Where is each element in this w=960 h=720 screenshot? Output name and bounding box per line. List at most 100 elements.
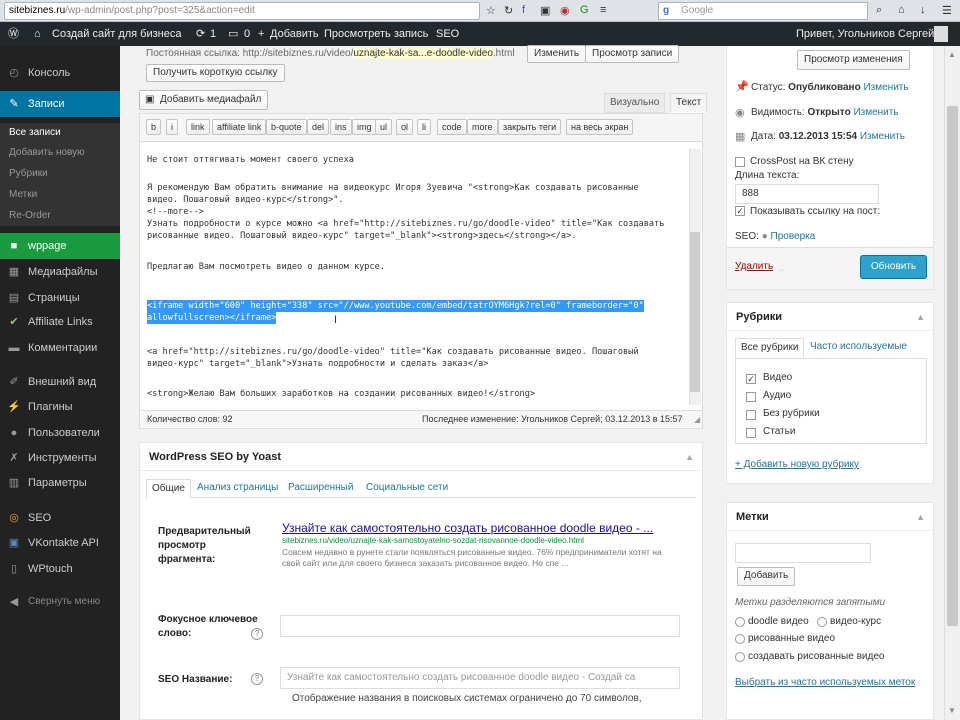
scroll-down-icon[interactable]: ▼	[948, 706, 956, 715]
help-icon[interactable]: ?	[251, 673, 263, 685]
add-new-link[interactable]: Добавить	[270, 22, 319, 46]
text-length-input[interactable]: 888	[735, 184, 879, 204]
menu-extension-icon[interactable]: ≡	[600, 4, 606, 16]
update-button[interactable]: Обновить	[860, 255, 927, 279]
change-permalink-button[interactable]: Изменить	[527, 45, 587, 63]
qt-b[interactable]: b	[146, 119, 162, 135]
updates-count[interactable]: 1	[210, 22, 216, 46]
add-tag-button[interactable]: Добавить	[737, 567, 796, 586]
menu-wppage[interactable]: ■ wppage	[0, 233, 120, 259]
menu-icon[interactable]: ☰	[942, 4, 952, 17]
menu-seo[interactable]: ◎ SEO	[0, 505, 120, 531]
menu-affiliate-links[interactable]: ✔ Affiliate Links	[0, 309, 120, 335]
qt-ol[interactable]: ol	[396, 119, 414, 135]
qt-link[interactable]: link	[186, 119, 210, 135]
reload-icon[interactable]: ↻	[504, 4, 513, 17]
toggle-icon[interactable]: ▲	[916, 503, 925, 531]
view-post-link[interactable]: Просмотреть запись	[324, 22, 428, 46]
content-textarea[interactable]: Не стоит оттягивать момент своего успеха…	[139, 141, 703, 411]
site-name-link[interactable]: Создай сайт для бизнеса	[52, 22, 181, 46]
search-icon[interactable]: ⌕	[876, 4, 882, 17]
focus-keyword-input[interactable]	[280, 615, 680, 637]
downloads-icon[interactable]: ↓	[920, 4, 926, 16]
tags-input[interactable]	[735, 543, 871, 563]
search-bar[interactable]: g Google	[658, 2, 868, 20]
tag-remove-icon[interactable]	[735, 617, 745, 627]
seo-tab-general[interactable]: Общие	[146, 479, 191, 499]
qt-ins[interactable]: ins	[330, 119, 352, 135]
scroll-up-icon[interactable]: ▲	[948, 50, 956, 59]
seo-metabox-header[interactable]: WordPress SEO by Yoast ▲	[140, 443, 702, 471]
menu-comments[interactable]: ▬ Комментарии	[0, 335, 120, 361]
toggle-icon[interactable]: ▲	[685, 443, 694, 471]
menu-settings[interactable]: ▥ Параметры	[0, 470, 120, 496]
seo-link[interactable]: SEO	[436, 22, 459, 46]
menu-vkontakte-api[interactable]: ▣ VKontakte API	[0, 530, 120, 556]
qt-ul[interactable]: ul	[375, 119, 393, 135]
avatar[interactable]	[934, 26, 948, 42]
qt-del[interactable]: del	[307, 119, 330, 135]
seo-tab-analysis[interactable]: Анализ страницы	[192, 479, 283, 499]
page-scrollbar-thumb[interactable]	[947, 106, 958, 626]
cat-tab-all[interactable]: Все рубрики	[735, 338, 805, 358]
tags-header[interactable]: Метки ▲	[727, 503, 933, 531]
menu-collapse[interactable]: ◀ Свернуть меню	[0, 589, 120, 615]
editor-scrollbar-thumb[interactable]	[690, 232, 700, 392]
visibility-edit-link[interactable]: Изменить	[853, 107, 898, 118]
greeting[interactable]: Привет, Угольников Сергей	[796, 22, 934, 46]
get-shortlink-button[interactable]: Получить короткую ссылку	[146, 64, 285, 82]
add-media-button[interactable]: ▣ Добавить медиафайл	[139, 90, 269, 110]
resize-handle-icon[interactable]: ◢	[694, 411, 700, 428]
preview-changes-button[interactable]: Просмотр изменения	[797, 50, 910, 70]
wp-logo-icon[interactable]: Ⓦ	[8, 22, 19, 46]
tag-remove-icon[interactable]	[735, 652, 745, 662]
menu-wptouch[interactable]: ▯ WPtouch	[0, 556, 120, 582]
tag-remove-icon[interactable]	[817, 617, 827, 627]
home-icon[interactable]: ⌂	[898, 4, 905, 16]
choose-popular-tags-link[interactable]: Выбрать из часто используемых меток	[735, 677, 915, 688]
menu-pages[interactable]: ▤ Страницы	[0, 285, 120, 311]
qt-li[interactable]: li	[417, 119, 431, 135]
qt-more[interactable]: more	[467, 119, 498, 135]
submenu-categories[interactable]: Рубрики	[0, 164, 120, 184]
bookmark-icon[interactable]: ☆	[486, 4, 496, 17]
qt-fullscreen[interactable]: на весь экран	[566, 119, 634, 135]
seo-title-input[interactable]: Узнайте как самостоятельно создать рисов…	[280, 667, 680, 689]
tab-text[interactable]: Текст	[670, 93, 708, 113]
delete-link[interactable]: Удалить	[735, 261, 773, 272]
seo-tab-social[interactable]: Социальные сети	[361, 479, 453, 499]
crosspost-checkbox[interactable]	[735, 157, 745, 167]
submenu-reorder[interactable]: Re-Order	[0, 206, 120, 226]
menu-media[interactable]: ▦ Медиафайлы	[0, 259, 120, 285]
vk-extension-icon[interactable]: ▣	[540, 4, 550, 17]
show-link-checkbox[interactable]: ✓	[735, 206, 745, 216]
menu-appearance[interactable]: ✐ Внешний вид	[0, 369, 120, 395]
cat-checkbox-video[interactable]: ✓	[746, 374, 756, 384]
page-scrollbar[interactable]: ▲ ▼	[944, 46, 960, 720]
g-extension-icon[interactable]: G	[580, 4, 589, 16]
qt-i[interactable]: i	[166, 119, 178, 135]
cat-tab-popular[interactable]: Часто используемые	[805, 338, 912, 358]
tab-visual[interactable]: Визуально	[604, 93, 666, 113]
view-post-button[interactable]: Просмотр записи	[585, 45, 680, 63]
menu-posts[interactable]: ✎ Записи	[0, 91, 120, 117]
tag-remove-icon[interactable]	[735, 634, 745, 644]
qt-code[interactable]: code	[437, 119, 467, 135]
qt-affiliate-link[interactable]: affiliate link	[212, 119, 267, 135]
submenu-add-new[interactable]: Добавить новую	[0, 143, 120, 163]
comments-count[interactable]: 0	[244, 22, 250, 46]
menu-tools[interactable]: ✗ Инструменты	[0, 445, 120, 471]
add-category-link[interactable]: + Добавить новую рубрику	[735, 459, 859, 470]
seo-tab-advanced[interactable]: Расширенный	[283, 479, 358, 499]
menu-dashboard[interactable]: ◴ Консоль	[0, 60, 120, 86]
menu-plugins[interactable]: ⚡ Плагины	[0, 394, 120, 420]
date-edit-link[interactable]: Изменить	[860, 131, 905, 142]
qt-bquote[interactable]: b-quote	[266, 119, 307, 135]
seo-check-link[interactable]: Проверка	[771, 231, 816, 242]
address-bar[interactable]: sitebiznes.ru/wp-admin/post.php?post=325…	[4, 2, 480, 20]
cat-checkbox-articles[interactable]	[746, 428, 756, 438]
submenu-all-posts[interactable]: Все записи	[0, 123, 120, 143]
cat-checkbox-audio[interactable]	[746, 392, 756, 402]
submenu-tags[interactable]: Метки	[0, 185, 120, 205]
qt-img[interactable]: img	[352, 119, 377, 135]
